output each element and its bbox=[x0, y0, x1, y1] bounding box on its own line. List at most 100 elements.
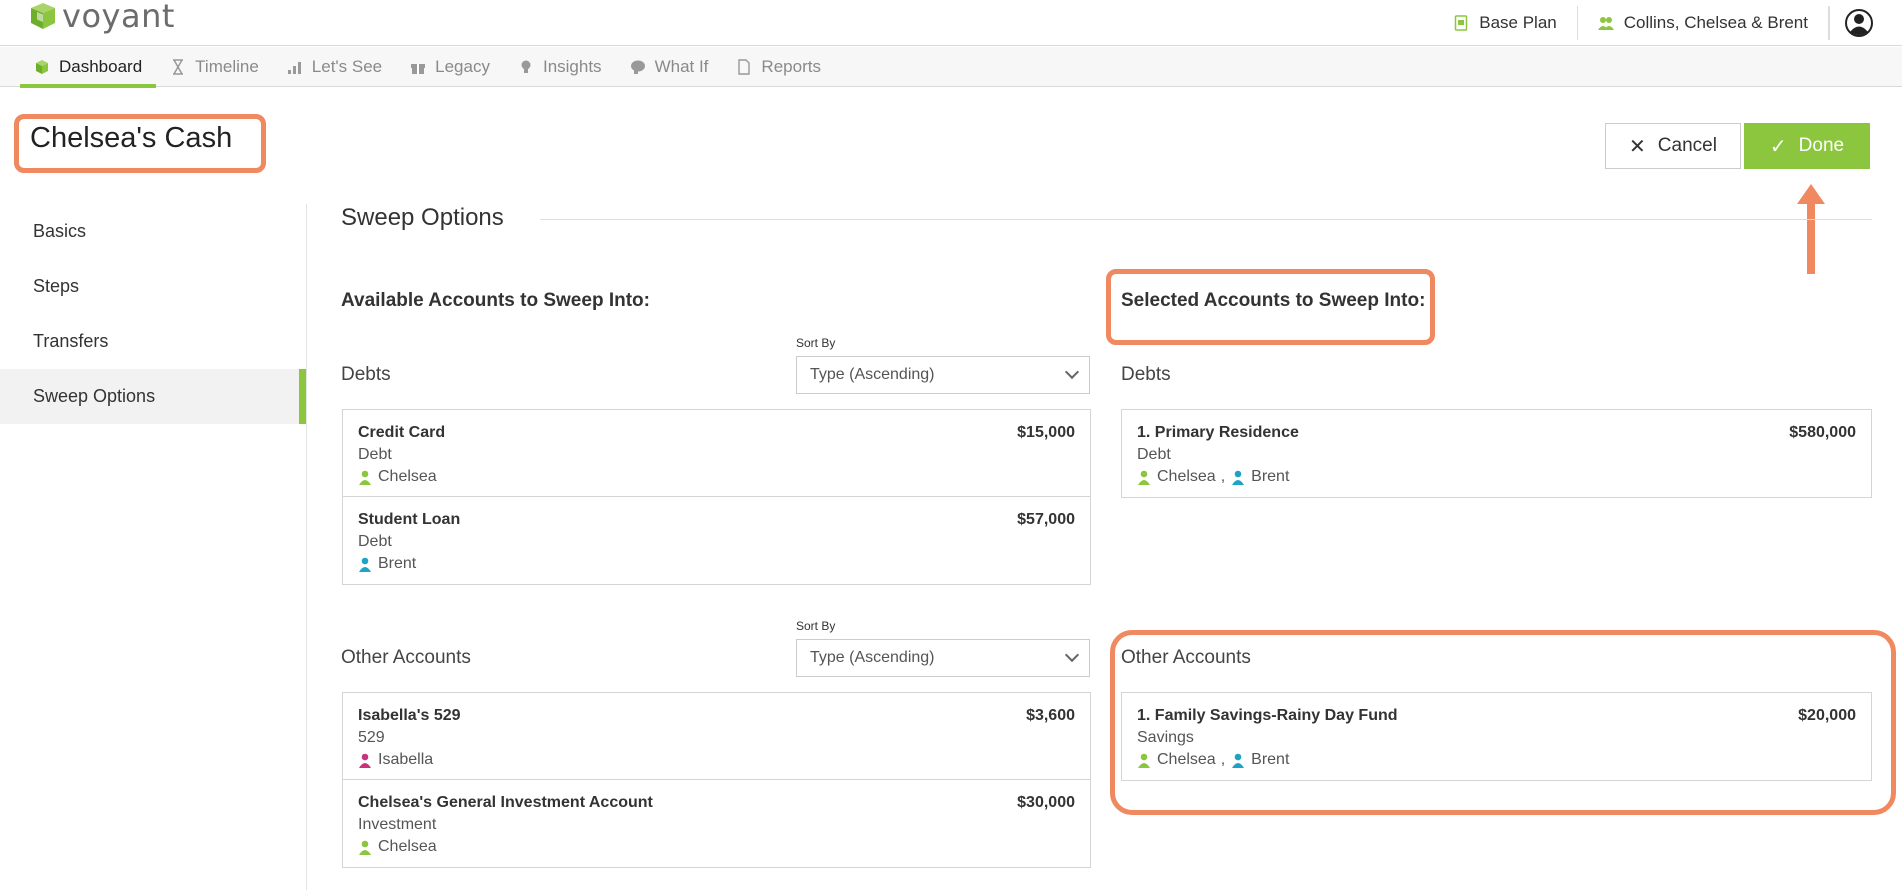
owner-name: Isabella bbox=[378, 751, 434, 768]
bar-chart-icon bbox=[287, 62, 301, 74]
nav-dashboard-label: Dashboard bbox=[59, 57, 143, 76]
nav-legacy-label: Legacy bbox=[435, 57, 490, 76]
chevron-down-icon bbox=[1064, 647, 1080, 663]
account-name: Credit Card bbox=[358, 424, 446, 441]
lightbulb-icon bbox=[521, 60, 531, 73]
clients-selector[interactable]: Collins, Chelsea & Brent bbox=[1578, 6, 1829, 40]
other-sort-select[interactable]: Type (Ascending) bbox=[796, 639, 1090, 677]
main-nav: Dashboard Timeline Let's See Legacy Insi… bbox=[0, 47, 1902, 88]
account-button[interactable] bbox=[1829, 6, 1902, 40]
done-button[interactable]: ✓ Done bbox=[1744, 123, 1870, 169]
brand-name: voyant bbox=[62, 0, 175, 35]
section-divider bbox=[540, 219, 1872, 220]
nav-insights-label: Insights bbox=[542, 57, 602, 76]
available-other-label: Other Accounts bbox=[341, 647, 471, 668]
plan-label: Base Plan bbox=[1479, 13, 1557, 32]
sidebar-item-label: Steps bbox=[33, 276, 80, 296]
account-owners: Chelsea, Brent bbox=[1137, 466, 1856, 488]
owner-separator: , bbox=[1220, 468, 1226, 485]
account-card[interactable]: 1. Primary Residence Debt Chelsea, Brent $58… bbox=[1122, 410, 1871, 497]
sidebar-item-transfers[interactable]: Transfers bbox=[0, 314, 306, 369]
selected-heading: Selected Accounts to Sweep Into: bbox=[1121, 290, 1426, 311]
sort-by-label: Sort By bbox=[796, 336, 836, 350]
owner-name: Brent bbox=[378, 555, 417, 572]
account-type: Savings bbox=[1137, 729, 1194, 746]
account-card[interactable]: Student Loan Debt Brent $57,000 bbox=[343, 497, 1090, 584]
person-icon bbox=[359, 753, 371, 768]
owner-name: Chelsea bbox=[1157, 751, 1216, 768]
sort-by-label: Sort By bbox=[796, 619, 836, 633]
account-card[interactable]: Credit Card Debt Chelsea $15,000 bbox=[343, 410, 1090, 497]
sidebar-item-steps[interactable]: Steps bbox=[0, 259, 306, 314]
sidebar-item-sweep-options[interactable]: Sweep Options bbox=[0, 369, 306, 424]
person-icon bbox=[1138, 470, 1150, 485]
available-heading: Available Accounts to Sweep Into: bbox=[341, 290, 650, 311]
account-name: Student Loan bbox=[358, 511, 461, 528]
account-card[interactable]: Isabella's 529 529 Isabella $3,600 bbox=[343, 693, 1090, 780]
sidebar-item-basics[interactable]: Basics bbox=[0, 204, 306, 259]
owner-name: Brent bbox=[1251, 468, 1290, 485]
owner-name: Brent bbox=[1251, 751, 1290, 768]
nav-reports[interactable]: Reports bbox=[722, 47, 835, 87]
nav-insights[interactable]: Insights bbox=[504, 47, 616, 87]
nav-what-if[interactable]: What If bbox=[616, 47, 723, 87]
sidebar-item-label: Transfers bbox=[33, 331, 109, 351]
top-header: voyant Base Plan Collins, Chelsea & Bren… bbox=[0, 0, 1902, 46]
sidebar: Basics Steps Transfers Sweep Options bbox=[0, 204, 306, 424]
voyant-logo-icon bbox=[31, 3, 55, 29]
nav-what-if-label: What If bbox=[654, 57, 709, 76]
account-owners: Brent bbox=[358, 553, 1075, 575]
person-icon bbox=[359, 557, 371, 572]
account-name: 1. Primary Residence bbox=[1137, 424, 1299, 441]
brain-icon bbox=[630, 60, 645, 74]
account-owners: Isabella bbox=[358, 749, 1075, 771]
close-icon: ✕ bbox=[1629, 135, 1646, 158]
owner-name: Chelsea bbox=[378, 838, 437, 855]
account-type: 529 bbox=[358, 729, 385, 746]
document-icon bbox=[1454, 15, 1468, 31]
clients-label: Collins, Chelsea & Brent bbox=[1623, 13, 1808, 32]
account-type: Debt bbox=[358, 446, 392, 463]
debts-sort-select[interactable]: Type (Ascending) bbox=[796, 356, 1090, 394]
owner-separator: , bbox=[1220, 751, 1226, 768]
account-amount: $580,000 bbox=[1789, 424, 1856, 441]
user-circle-icon bbox=[1845, 9, 1873, 37]
gift-icon bbox=[411, 64, 426, 74]
owner-name: Chelsea bbox=[1157, 468, 1216, 485]
cancel-label: Cancel bbox=[1657, 135, 1717, 156]
nav-lets-see-label: Let's See bbox=[311, 57, 383, 76]
account-type: Investment bbox=[358, 816, 437, 833]
page-title: Chelsea's Cash bbox=[30, 122, 233, 154]
nav-reports-label: Reports bbox=[761, 57, 821, 76]
nav-timeline-label: Timeline bbox=[195, 57, 259, 76]
owner-name: Chelsea bbox=[378, 468, 437, 485]
person-icon bbox=[1232, 470, 1245, 485]
account-amount: $3,600 bbox=[1026, 707, 1075, 724]
account-card[interactable]: Chelsea's General Investment Account Inve… bbox=[343, 780, 1090, 867]
section-title: Sweep Options bbox=[341, 204, 504, 231]
nav-lets-see[interactable]: Let's See bbox=[273, 47, 396, 87]
voyant-logo[interactable]: voyant bbox=[28, 0, 175, 35]
account-name: 1. Family Savings-Rainy Day Fund bbox=[1137, 707, 1398, 724]
pdf-icon bbox=[738, 59, 751, 75]
nav-legacy[interactable]: Legacy bbox=[396, 47, 504, 87]
available-other-list: Isabella's 529 529 Isabella $3,600 Chelsea's… bbox=[342, 692, 1091, 868]
account-type: Debt bbox=[358, 533, 392, 550]
sidebar-item-label: Sweep Options bbox=[33, 386, 156, 406]
account-amount: $15,000 bbox=[1017, 424, 1075, 441]
selected-debts-label: Debts bbox=[1121, 364, 1171, 385]
chevron-down-icon bbox=[1064, 364, 1080, 380]
nav-dashboard[interactable]: Dashboard bbox=[20, 47, 157, 88]
account-name: Isabella's 529 bbox=[358, 707, 461, 724]
done-label: Done bbox=[1798, 135, 1845, 156]
account-owners: Chelsea, Brent bbox=[1137, 749, 1856, 771]
person-icon bbox=[1138, 753, 1150, 768]
plan-selector[interactable]: Base Plan bbox=[1433, 6, 1578, 40]
person-icon bbox=[1232, 753, 1245, 768]
cancel-button[interactable]: ✕ Cancel bbox=[1605, 123, 1741, 169]
nav-timeline[interactable]: Timeline bbox=[156, 47, 273, 87]
account-card[interactable]: 1. Family Savings-Rainy Day Fund Savings C… bbox=[1122, 693, 1871, 780]
person-icon bbox=[359, 840, 371, 855]
account-type: Debt bbox=[1137, 446, 1171, 463]
person-icon bbox=[359, 470, 371, 485]
